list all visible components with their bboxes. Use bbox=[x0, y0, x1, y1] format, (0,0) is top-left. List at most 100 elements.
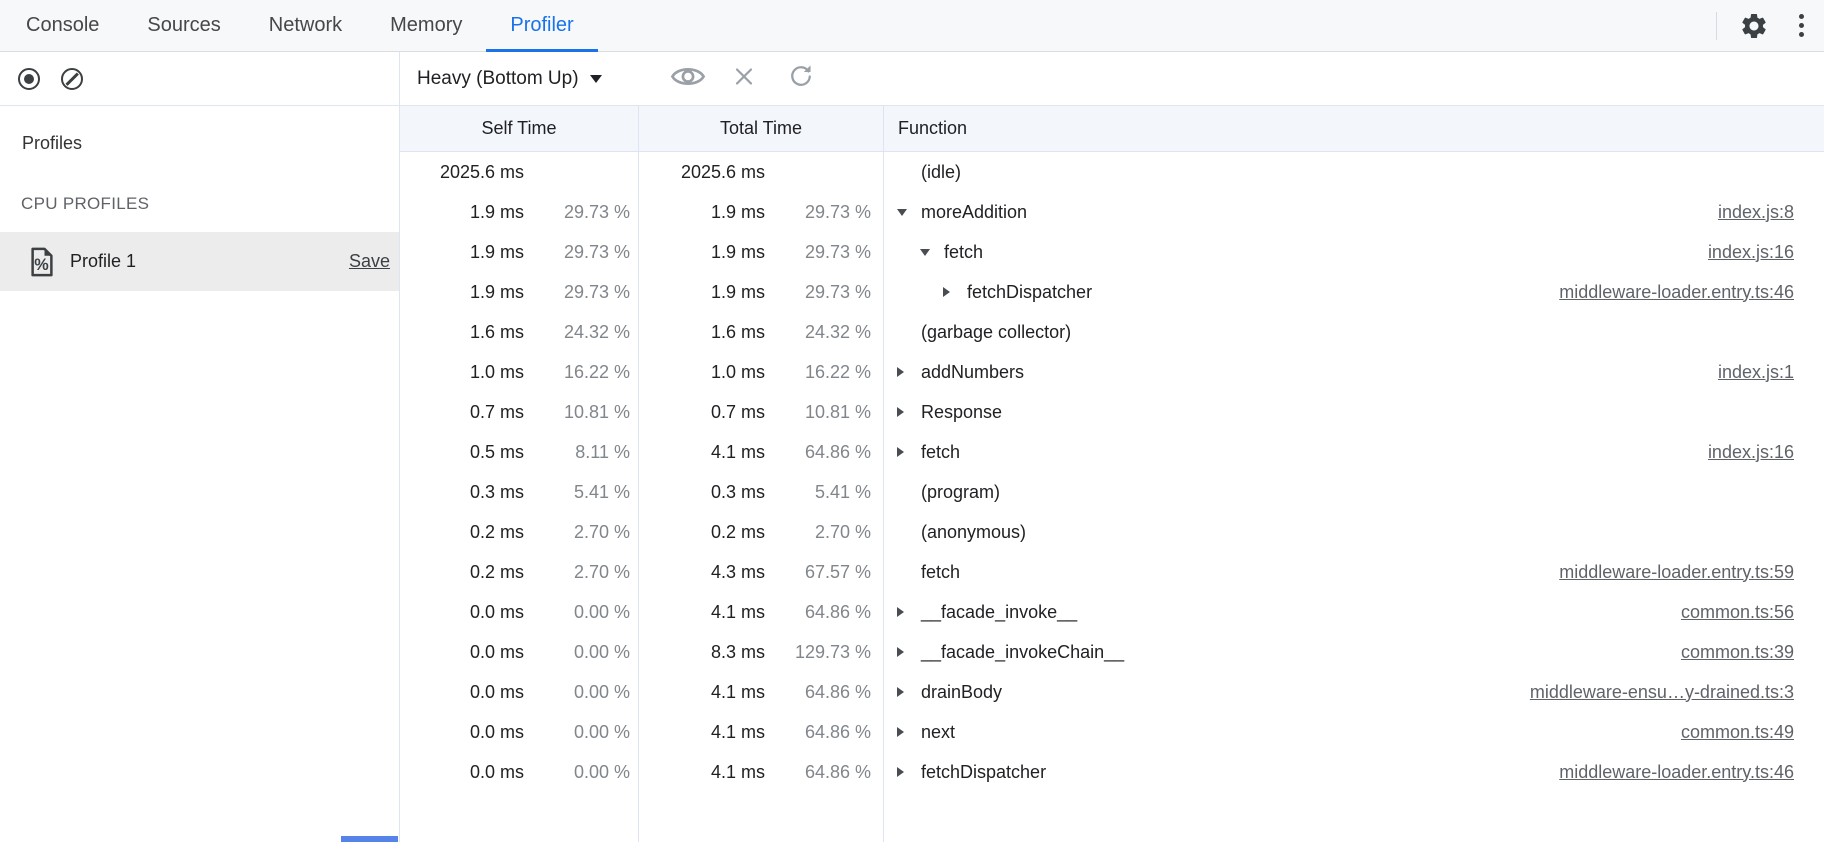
function-name: fetchDispatcher bbox=[967, 282, 1092, 303]
total-time-cell: 4.1 ms64.86 % bbox=[638, 602, 883, 623]
tab-profiler[interactable]: Profiler bbox=[486, 0, 597, 51]
self-time-cell: 0.7 ms10.81 % bbox=[400, 402, 638, 423]
view-mode-dropdown[interactable]: Heavy (Bottom Up) bbox=[417, 68, 602, 90]
save-button[interactable]: Save bbox=[349, 251, 390, 272]
expand-arrow-right-icon[interactable] bbox=[897, 687, 921, 697]
column-header-total-time[interactable]: Total Time bbox=[639, 106, 883, 151]
table-row[interactable]: 0.0 ms0.00 %4.1 ms64.86 %fetchDispatcher… bbox=[400, 752, 1824, 792]
self-time-ms: 0.0 ms bbox=[400, 642, 524, 663]
clear-icon[interactable] bbox=[61, 68, 83, 90]
total-time-ms: 1.9 ms bbox=[638, 242, 765, 263]
expand-arrow-right-icon[interactable] bbox=[897, 407, 921, 417]
source-location-link[interactable]: index.js:16 bbox=[1708, 442, 1794, 463]
tab-network[interactable]: Network bbox=[245, 0, 366, 51]
source-location-link[interactable]: middleware-ensu…y-drained.ts:3 bbox=[1530, 682, 1794, 703]
self-time-ms: 1.6 ms bbox=[400, 322, 524, 343]
source-location-link[interactable]: common.ts:56 bbox=[1681, 602, 1794, 623]
expand-arrow-right-icon[interactable] bbox=[897, 727, 921, 737]
self-time-ms: 0.0 ms bbox=[400, 682, 524, 703]
tab-console[interactable]: Console bbox=[2, 0, 123, 51]
expand-arrow-right-icon[interactable] bbox=[897, 647, 921, 657]
self-time-cell: 1.9 ms29.73 % bbox=[400, 242, 638, 263]
self-time-cell: 1.6 ms24.32 % bbox=[400, 322, 638, 343]
source-location-link[interactable]: middleware-loader.entry.ts:46 bbox=[1559, 282, 1794, 303]
column-header-function[interactable]: Function bbox=[884, 106, 1824, 151]
expand-arrow-right-icon[interactable] bbox=[943, 287, 967, 297]
source-location-link[interactable]: common.ts:39 bbox=[1681, 642, 1794, 663]
table-row[interactable]: 0.2 ms2.70 %4.3 ms67.57 %fetchmiddleware… bbox=[400, 552, 1824, 592]
table-row[interactable]: 0.5 ms8.11 %4.1 ms64.86 %fetchindex.js:1… bbox=[400, 432, 1824, 472]
source-location-link[interactable]: middleware-loader.entry.ts:59 bbox=[1559, 562, 1794, 583]
close-icon[interactable] bbox=[732, 64, 756, 93]
total-time-cell: 4.1 ms64.86 % bbox=[638, 682, 883, 703]
total-time-cell: 1.6 ms24.32 % bbox=[638, 322, 883, 343]
total-time-ms: 1.9 ms bbox=[638, 282, 765, 303]
total-time-cell: 4.1 ms64.86 % bbox=[638, 442, 883, 463]
table-row[interactable]: 1.6 ms24.32 %1.6 ms24.32 %(garbage colle… bbox=[400, 312, 1824, 352]
table-row[interactable]: 0.0 ms0.00 %4.1 ms64.86 %drainBodymiddle… bbox=[400, 672, 1824, 712]
table-row[interactable]: 0.7 ms10.81 %0.7 ms10.81 %Response bbox=[400, 392, 1824, 432]
source-location-link[interactable]: index.js:8 bbox=[1718, 202, 1794, 223]
table-row[interactable]: 1.0 ms16.22 %1.0 ms16.22 %addNumbersinde… bbox=[400, 352, 1824, 392]
expand-arrow-right-icon[interactable] bbox=[897, 447, 921, 457]
total-time-ms: 1.6 ms bbox=[638, 322, 765, 343]
function-name: fetch bbox=[921, 442, 960, 463]
total-time-pct: 64.86 % bbox=[765, 722, 871, 743]
self-time-ms: 0.3 ms bbox=[400, 482, 524, 503]
expand-arrow-right-icon[interactable] bbox=[897, 607, 921, 617]
total-time-cell: 1.9 ms29.73 % bbox=[638, 242, 883, 263]
function-cell: (anonymous) bbox=[883, 522, 1824, 543]
total-time-ms: 0.3 ms bbox=[638, 482, 765, 503]
self-time-pct: 5.41 % bbox=[524, 482, 630, 503]
tab-memory[interactable]: Memory bbox=[366, 0, 486, 51]
self-time-pct: 2.70 % bbox=[524, 562, 630, 583]
kebab-menu-icon[interactable] bbox=[1795, 12, 1808, 39]
svg-text:%: % bbox=[34, 256, 49, 274]
sidebar-item-profile-1[interactable]: % Profile 1 Save bbox=[0, 232, 399, 291]
self-time-ms: 0.5 ms bbox=[400, 442, 524, 463]
chevron-down-icon bbox=[590, 75, 602, 83]
table-row[interactable]: 1.9 ms29.73 %1.9 ms29.73 %fetchDispatche… bbox=[400, 272, 1824, 312]
column-header-self-time[interactable]: Self Time bbox=[400, 106, 638, 151]
self-time-ms: 1.9 ms bbox=[400, 202, 524, 223]
refresh-icon[interactable] bbox=[788, 63, 814, 94]
record-icon[interactable] bbox=[18, 68, 40, 90]
gear-icon[interactable] bbox=[1739, 11, 1769, 41]
expand-arrow-down-icon[interactable] bbox=[920, 249, 944, 256]
table-row[interactable]: 0.0 ms0.00 %4.1 ms64.86 %__facade_invoke… bbox=[400, 592, 1824, 632]
self-time-pct bbox=[524, 162, 630, 183]
source-location-link[interactable]: middleware-loader.entry.ts:46 bbox=[1559, 762, 1794, 783]
function-cell: (garbage collector) bbox=[883, 322, 1824, 343]
tab-sources[interactable]: Sources bbox=[123, 0, 244, 51]
view-mode-label: Heavy (Bottom Up) bbox=[417, 68, 579, 90]
table-row[interactable]: 2025.6 ms 2025.6 ms (idle) bbox=[400, 152, 1824, 192]
triangle-right-icon bbox=[897, 767, 904, 777]
source-location-link[interactable]: common.ts:49 bbox=[1681, 722, 1794, 743]
expand-arrow-right-icon[interactable] bbox=[897, 367, 921, 377]
function-cell: nextcommon.ts:49 bbox=[883, 722, 1824, 743]
total-time-ms: 0.2 ms bbox=[638, 522, 765, 543]
self-time-cell: 1.0 ms16.22 % bbox=[400, 362, 638, 383]
source-location-link[interactable]: index.js:1 bbox=[1718, 362, 1794, 383]
table-row[interactable]: 0.2 ms2.70 %0.2 ms2.70 %(anonymous) bbox=[400, 512, 1824, 552]
self-time-pct: 29.73 % bbox=[524, 202, 630, 223]
total-time-ms: 4.3 ms bbox=[638, 562, 765, 583]
total-time-cell: 1.9 ms29.73 % bbox=[638, 202, 883, 223]
self-time-ms: 2025.6 ms bbox=[400, 162, 524, 183]
table-row[interactable]: 1.9 ms29.73 %1.9 ms29.73 %fetchindex.js:… bbox=[400, 232, 1824, 272]
self-time-pct: 24.32 % bbox=[524, 322, 630, 343]
table-row[interactable]: 0.3 ms5.41 %0.3 ms5.41 %(program) bbox=[400, 472, 1824, 512]
table-row[interactable]: 1.9 ms29.73 %1.9 ms29.73 %moreAdditionin… bbox=[400, 192, 1824, 232]
total-time-cell: 2025.6 ms bbox=[638, 162, 883, 183]
table-row[interactable]: 0.0 ms0.00 %4.1 ms64.86 %nextcommon.ts:4… bbox=[400, 712, 1824, 752]
source-location-link[interactable]: index.js:16 bbox=[1708, 242, 1794, 263]
function-name: (idle) bbox=[921, 162, 961, 183]
expand-arrow-down-icon[interactable] bbox=[897, 209, 921, 216]
expand-arrow-right-icon[interactable] bbox=[897, 767, 921, 777]
total-time-pct: 10.81 % bbox=[765, 402, 871, 423]
table-row[interactable]: 0.0 ms0.00 %8.3 ms129.73 %__facade_invok… bbox=[400, 632, 1824, 672]
eye-icon[interactable] bbox=[670, 64, 706, 93]
total-time-pct: 29.73 % bbox=[765, 202, 871, 223]
total-time-ms: 4.1 ms bbox=[638, 762, 765, 783]
function-cell: fetchindex.js:16 bbox=[883, 242, 1824, 263]
